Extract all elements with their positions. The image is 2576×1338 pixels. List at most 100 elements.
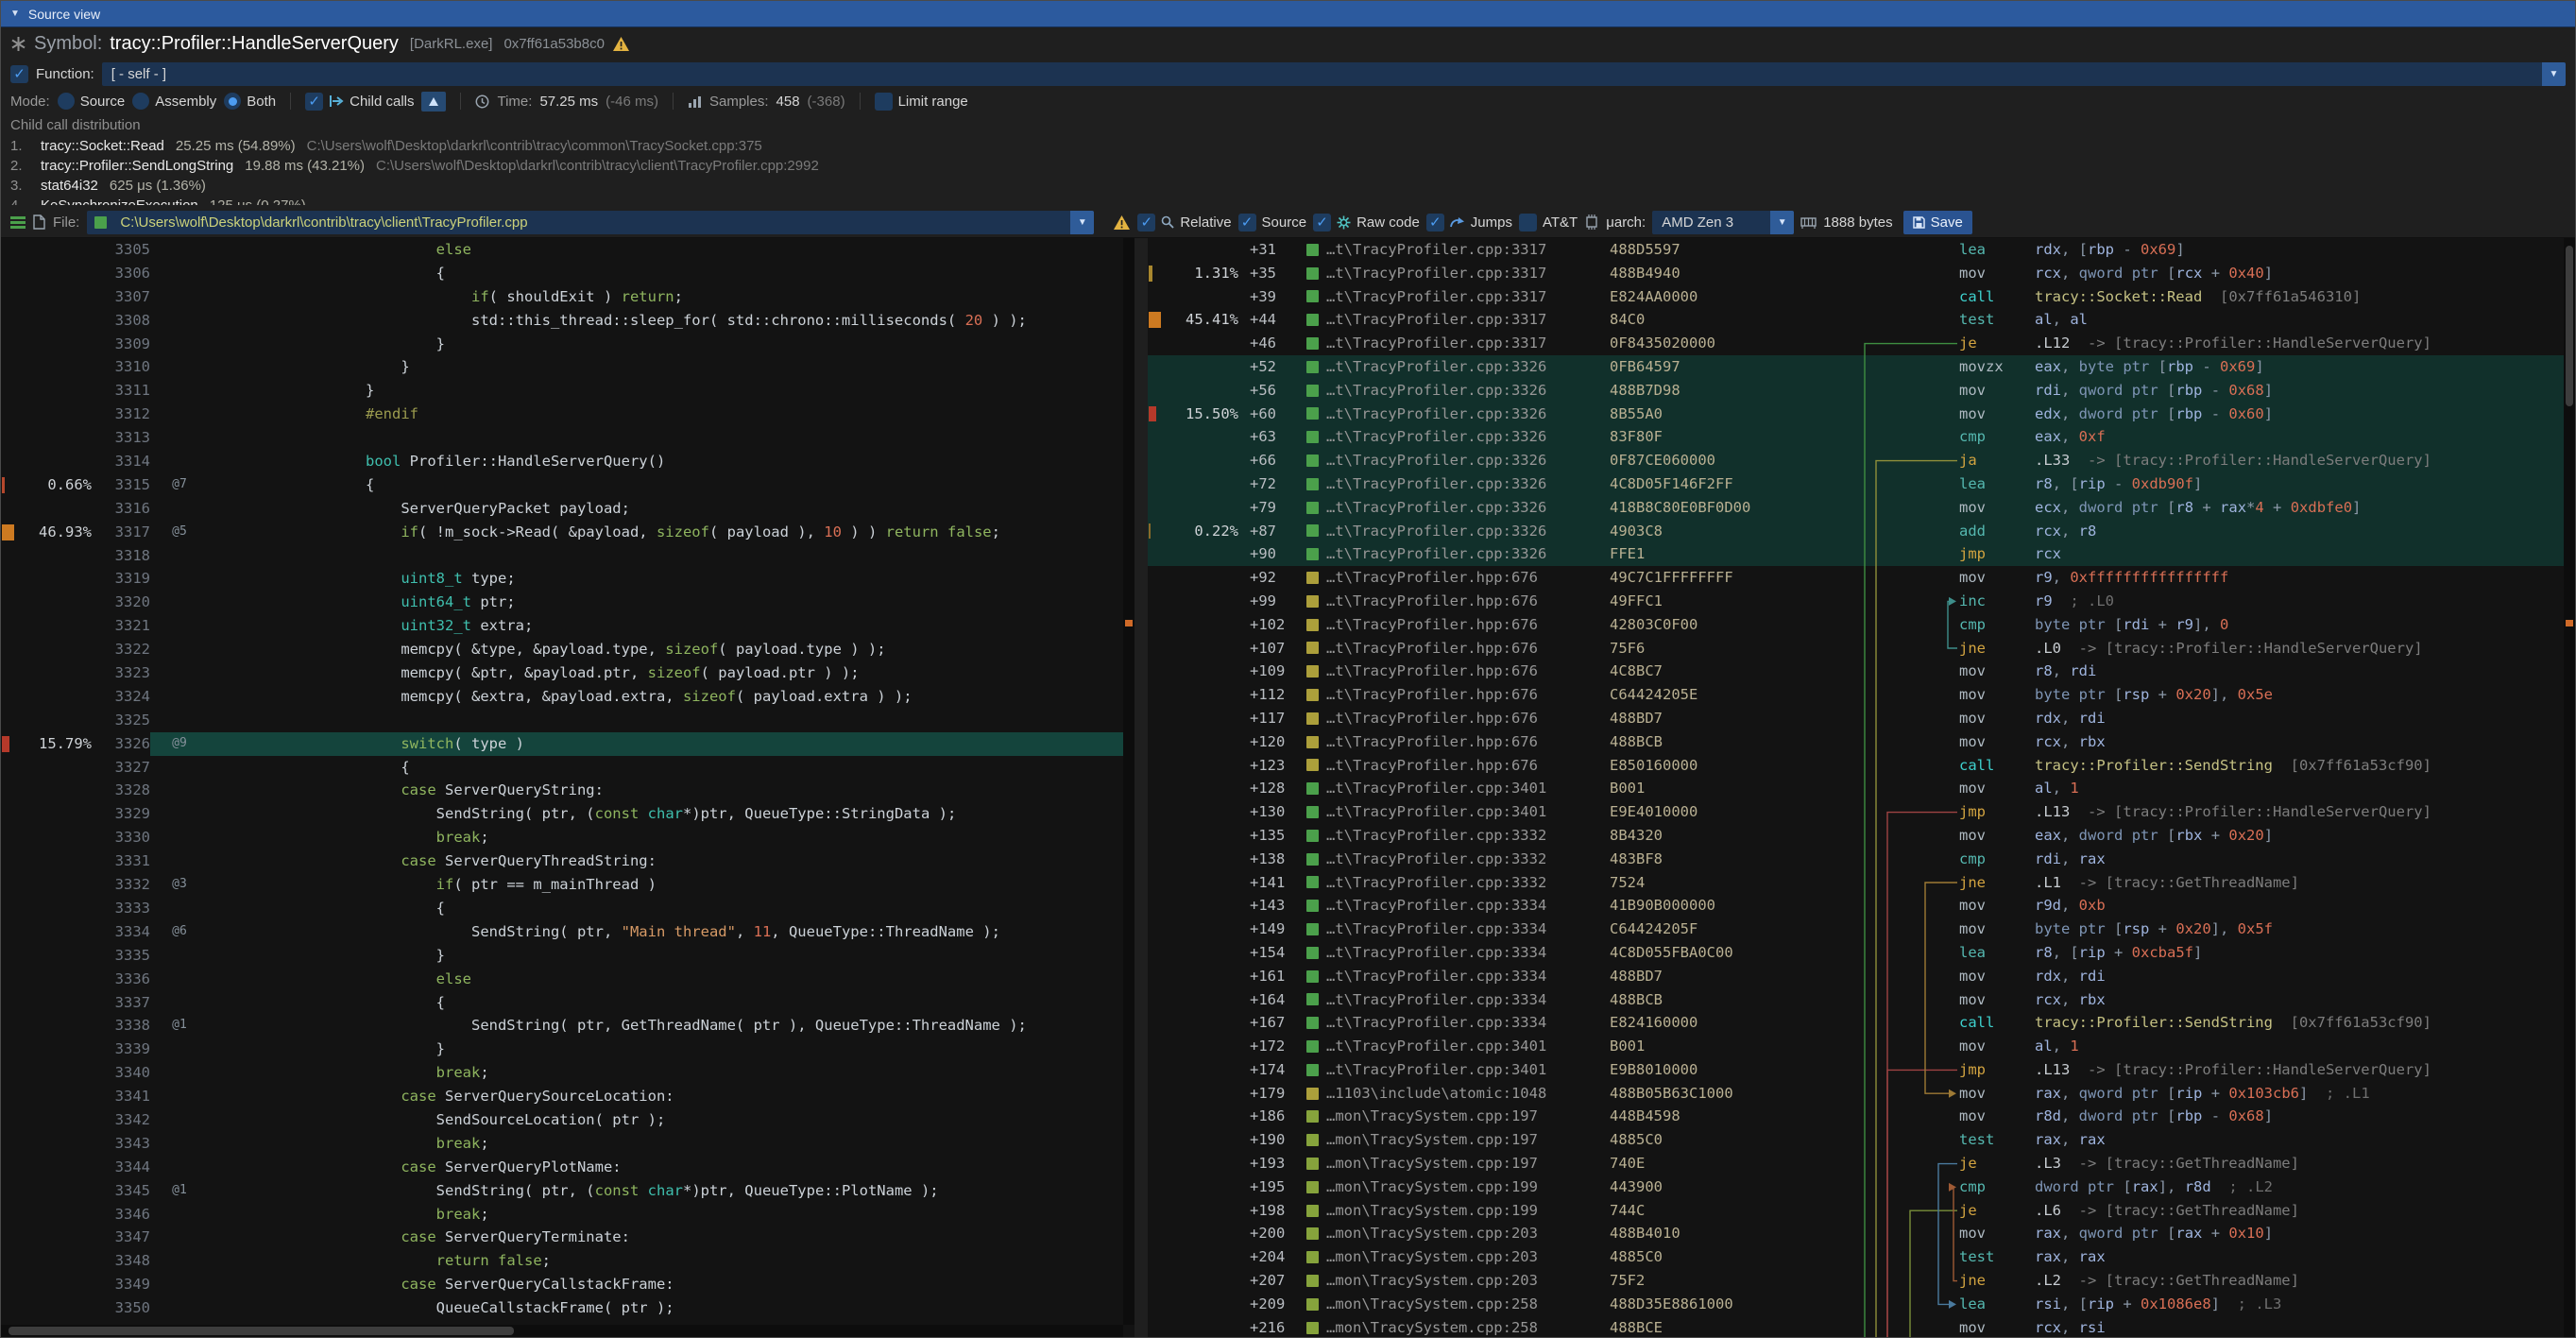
asm-line[interactable]: +92…t\TracyProfiler.hpp:67649C7C1FFFFFFF…	[1148, 566, 2564, 590]
source-checkbox[interactable]: ✓ Source	[1238, 214, 1307, 232]
source-line[interactable]: 3316 ServerQueryPacket payload;	[1, 497, 1134, 521]
source-line[interactable]: 3305 else	[1, 238, 1134, 262]
source-line[interactable]: 15.79%3326@9 switch( type )	[1, 732, 1134, 756]
function-combo[interactable]: [ - self - ] ▼	[102, 62, 2566, 86]
asm-line[interactable]: +72…t\TracyProfiler.cpp:33264C8D05F146F2…	[1148, 472, 2564, 496]
child-calls-mode-button[interactable]	[421, 92, 446, 112]
mode-radio-both[interactable]: Both	[224, 93, 276, 110]
source-line[interactable]: 3312#endif	[1, 403, 1134, 426]
asm-line[interactable]: 0.22%+87…t\TracyProfiler.cpp:33264903C8a…	[1148, 520, 2564, 543]
asm-line[interactable]: +154…t\TracyProfiler.cpp:33344C8D055FBA0…	[1148, 941, 2564, 965]
source-line[interactable]: 3321 uint32_t extra;	[1, 614, 1134, 638]
asm-line[interactable]: +164…t\TracyProfiler.cpp:3334488BCBmovrc…	[1148, 988, 2564, 1012]
asm-line[interactable]: +130…t\TracyProfiler.cpp:3401E9E4010000j…	[1148, 800, 2564, 824]
source-line[interactable]: 3308 std::this_thread::sleep_for( std::c…	[1, 309, 1134, 333]
function-checkbox[interactable]: ✓	[10, 65, 28, 83]
asm-line[interactable]: +195…mon\TracySystem.cpp:199443900cmpdwo…	[1148, 1175, 2564, 1199]
source-line[interactable]: 3348 return false;	[1, 1249, 1134, 1273]
source-line[interactable]: 3339 }	[1, 1038, 1134, 1061]
relative-checkbox[interactable]: ✓ Relative	[1137, 214, 1231, 232]
asm-line[interactable]: +143…t\TracyProfiler.cpp:333441B90B00000…	[1148, 894, 2564, 918]
asm-line[interactable]: +209…mon\TracySystem.cpp:258488D35E88610…	[1148, 1293, 2564, 1316]
window-titlebar[interactable]: ▼ Source view	[1, 1, 2575, 27]
asm-line[interactable]: +117…t\TracyProfiler.hpp:676488BD7movrdx…	[1148, 707, 2564, 730]
source-vertical-scrollbar[interactable]	[1123, 238, 1134, 1325]
source-line[interactable]: 3332@3 if( ptr == m_mainThread )	[1, 873, 1134, 897]
source-line[interactable]: 3336 else	[1, 968, 1134, 991]
asm-line[interactable]: +167…t\TracyProfiler.cpp:3334E824160000c…	[1148, 1011, 2564, 1035]
asm-line[interactable]: +186…mon\TracySystem.cpp:197448B4598movr…	[1148, 1105, 2564, 1128]
asm-line[interactable]: +79…t\TracyProfiler.cpp:3326418B8C80E0BF…	[1148, 496, 2564, 520]
asm-line[interactable]: +109…t\TracyProfiler.hpp:6764C8BC7movr8,…	[1148, 660, 2564, 683]
source-line[interactable]: 3350 QueueCallstackFrame( ptr );	[1, 1296, 1134, 1320]
mode-radio-assembly[interactable]: Assembly	[132, 93, 216, 110]
asm-line[interactable]: +46…t\TracyProfiler.cpp:33170F8435020000…	[1148, 332, 2564, 355]
source-line[interactable]: 3340 break;	[1, 1061, 1134, 1085]
limit-range-checkbox[interactable]: Limit range	[875, 93, 968, 111]
asm-line[interactable]: +112…t\TracyProfiler.hpp:676C64424205Emo…	[1148, 683, 2564, 707]
mode-radio-source[interactable]: Source	[58, 93, 126, 110]
file-combo[interactable]: C:\Users\wolf\Desktop\darkrl\contrib\tra…	[87, 211, 1094, 234]
asm-line[interactable]: 1.31%+35…t\TracyProfiler.cpp:3317488B494…	[1148, 262, 2564, 285]
asm-line[interactable]: +99…t\TracyProfiler.hpp:67649FFC1incr9 ;…	[1148, 590, 2564, 613]
source-line[interactable]: 3346 break;	[1, 1203, 1134, 1226]
asm-line[interactable]: +174…t\TracyProfiler.cpp:3401E9B8010000j…	[1148, 1058, 2564, 1082]
chevron-down-icon[interactable]: ▼	[2542, 62, 2566, 86]
asm-line[interactable]: +200…mon\TracySystem.cpp:203488B4010movr…	[1148, 1222, 2564, 1245]
asm-line[interactable]: +198…mon\TracySystem.cpp:199744Cje.L6 ->…	[1148, 1199, 2564, 1223]
asm-line[interactable]: +107…t\TracyProfiler.hpp:67675F6jne.L0 -…	[1148, 637, 2564, 660]
child-calls-checkbox[interactable]: ✓ Child calls	[305, 93, 414, 111]
asm-line[interactable]: +138…t\TracyProfiler.cpp:3332483BF8cmprd…	[1148, 848, 2564, 871]
source-line[interactable]: 46.93%3317@5 if( !m_sock->Read( &payload…	[1, 521, 1134, 544]
source-line[interactable]: 3345@1 SendString( ptr, (const char*)ptr…	[1, 1179, 1134, 1203]
collapse-icon[interactable]: ▼	[10, 9, 20, 19]
child-call-row[interactable]: 4.KeSynchronizeExecution125 μs (0.27%)	[10, 196, 2566, 205]
source-line[interactable]: 3330 break;	[1, 826, 1134, 849]
asm-line[interactable]: +56…t\TracyProfiler.cpp:3326488B7D98movr…	[1148, 379, 2564, 403]
asm-line[interactable]: +149…t\TracyProfiler.cpp:3334C64424205Fm…	[1148, 918, 2564, 941]
source-line[interactable]: 3337 {	[1, 991, 1134, 1015]
source-line[interactable]: 3310 }	[1, 355, 1134, 379]
asm-line[interactable]: +52…t\TracyProfiler.cpp:33260FB64597movz…	[1148, 355, 2564, 379]
child-call-row[interactable]: 3.stat64i32625 μs (1.36%)	[10, 176, 2566, 196]
asm-line[interactable]: +161…t\TracyProfiler.cpp:3334488BD7movrd…	[1148, 965, 2564, 988]
source-line[interactable]: 3343 break;	[1, 1132, 1134, 1156]
source-line[interactable]: 3320 uint64_t ptr;	[1, 591, 1134, 614]
asm-line[interactable]: +204…mon\TracySystem.cpp:2034885C0testra…	[1148, 1245, 2564, 1269]
jumps-checkbox[interactable]: ✓ Jumps	[1426, 214, 1512, 232]
source-line[interactable]: 3306 {	[1, 262, 1134, 285]
source-line[interactable]: 3349 case ServerQueryCallstackFrame:	[1, 1273, 1134, 1296]
asm-line[interactable]: +90…t\TracyProfiler.cpp:3326FFE1jmprcx	[1148, 542, 2564, 566]
source-line[interactable]: 3338@1 SendString( ptr, GetThreadName( p…	[1, 1014, 1134, 1038]
att-checkbox[interactable]: AT&T	[1519, 214, 1578, 232]
asm-line[interactable]: +123…t\TracyProfiler.hpp:676E850160000ca…	[1148, 754, 2564, 778]
source-line[interactable]: 3342 SendSourceLocation( ptr );	[1, 1108, 1134, 1132]
source-line[interactable]: 3341 case ServerQuerySourceLocation:	[1, 1085, 1134, 1108]
source-line[interactable]: 3314bool Profiler::HandleServerQuery()	[1, 450, 1134, 473]
source-line[interactable]: 3309 }	[1, 333, 1134, 356]
asm-line[interactable]: +190…mon\TracySystem.cpp:1974885C0testra…	[1148, 1128, 2564, 1152]
asm-line[interactable]: +193…mon\TracySystem.cpp:197740Eje.L3 ->…	[1148, 1152, 2564, 1175]
source-line[interactable]: 3335 }	[1, 944, 1134, 968]
source-line[interactable]: 3331 case ServerQueryThreadString:	[1, 849, 1134, 873]
assembly-vertical-scrollbar[interactable]	[2564, 238, 2575, 1337]
scrollbar-thumb[interactable]	[9, 1327, 514, 1335]
source-line[interactable]: 3328 case ServerQueryString:	[1, 779, 1134, 802]
uarch-combo[interactable]: AMD Zen 3 ▼	[1652, 211, 1794, 234]
asm-line[interactable]: +102…t\TracyProfiler.hpp:67642803C0F00cm…	[1148, 613, 2564, 637]
source-line[interactable]: 3318	[1, 544, 1134, 568]
source-line[interactable]: 3319 uint8_t type;	[1, 567, 1134, 591]
asm-line[interactable]: +216…mon\TracySystem.cpp:258488BCEmovrcx…	[1148, 1316, 2564, 1337]
chevron-down-icon[interactable]: ▼	[1770, 211, 1794, 234]
child-call-row[interactable]: 1.tracy::Socket::Read25.25 ms (54.89%)C:…	[10, 136, 2566, 156]
source-line[interactable]: 3333 {	[1, 897, 1134, 920]
source-line[interactable]: 3329 SendString( ptr, (const char*)ptr, …	[1, 802, 1134, 826]
source-line[interactable]: 3347 case ServerQueryTerminate:	[1, 1226, 1134, 1249]
source-line[interactable]: 3307 if( shouldExit ) return;	[1, 285, 1134, 309]
source-line[interactable]: 3322 memcpy( &type, &payload.type, sizeo…	[1, 638, 1134, 661]
asm-line[interactable]: +66…t\TracyProfiler.cpp:33260F87CE060000…	[1148, 449, 2564, 472]
source-line[interactable]: 0.66%3315@7{	[1, 473, 1134, 497]
scrollbar-thumb[interactable]	[2566, 246, 2573, 406]
asm-line[interactable]: +135…t\TracyProfiler.cpp:33328B4320movea…	[1148, 824, 2564, 848]
asm-line[interactable]: +120…t\TracyProfiler.hpp:676488BCBmovrcx…	[1148, 730, 2564, 754]
